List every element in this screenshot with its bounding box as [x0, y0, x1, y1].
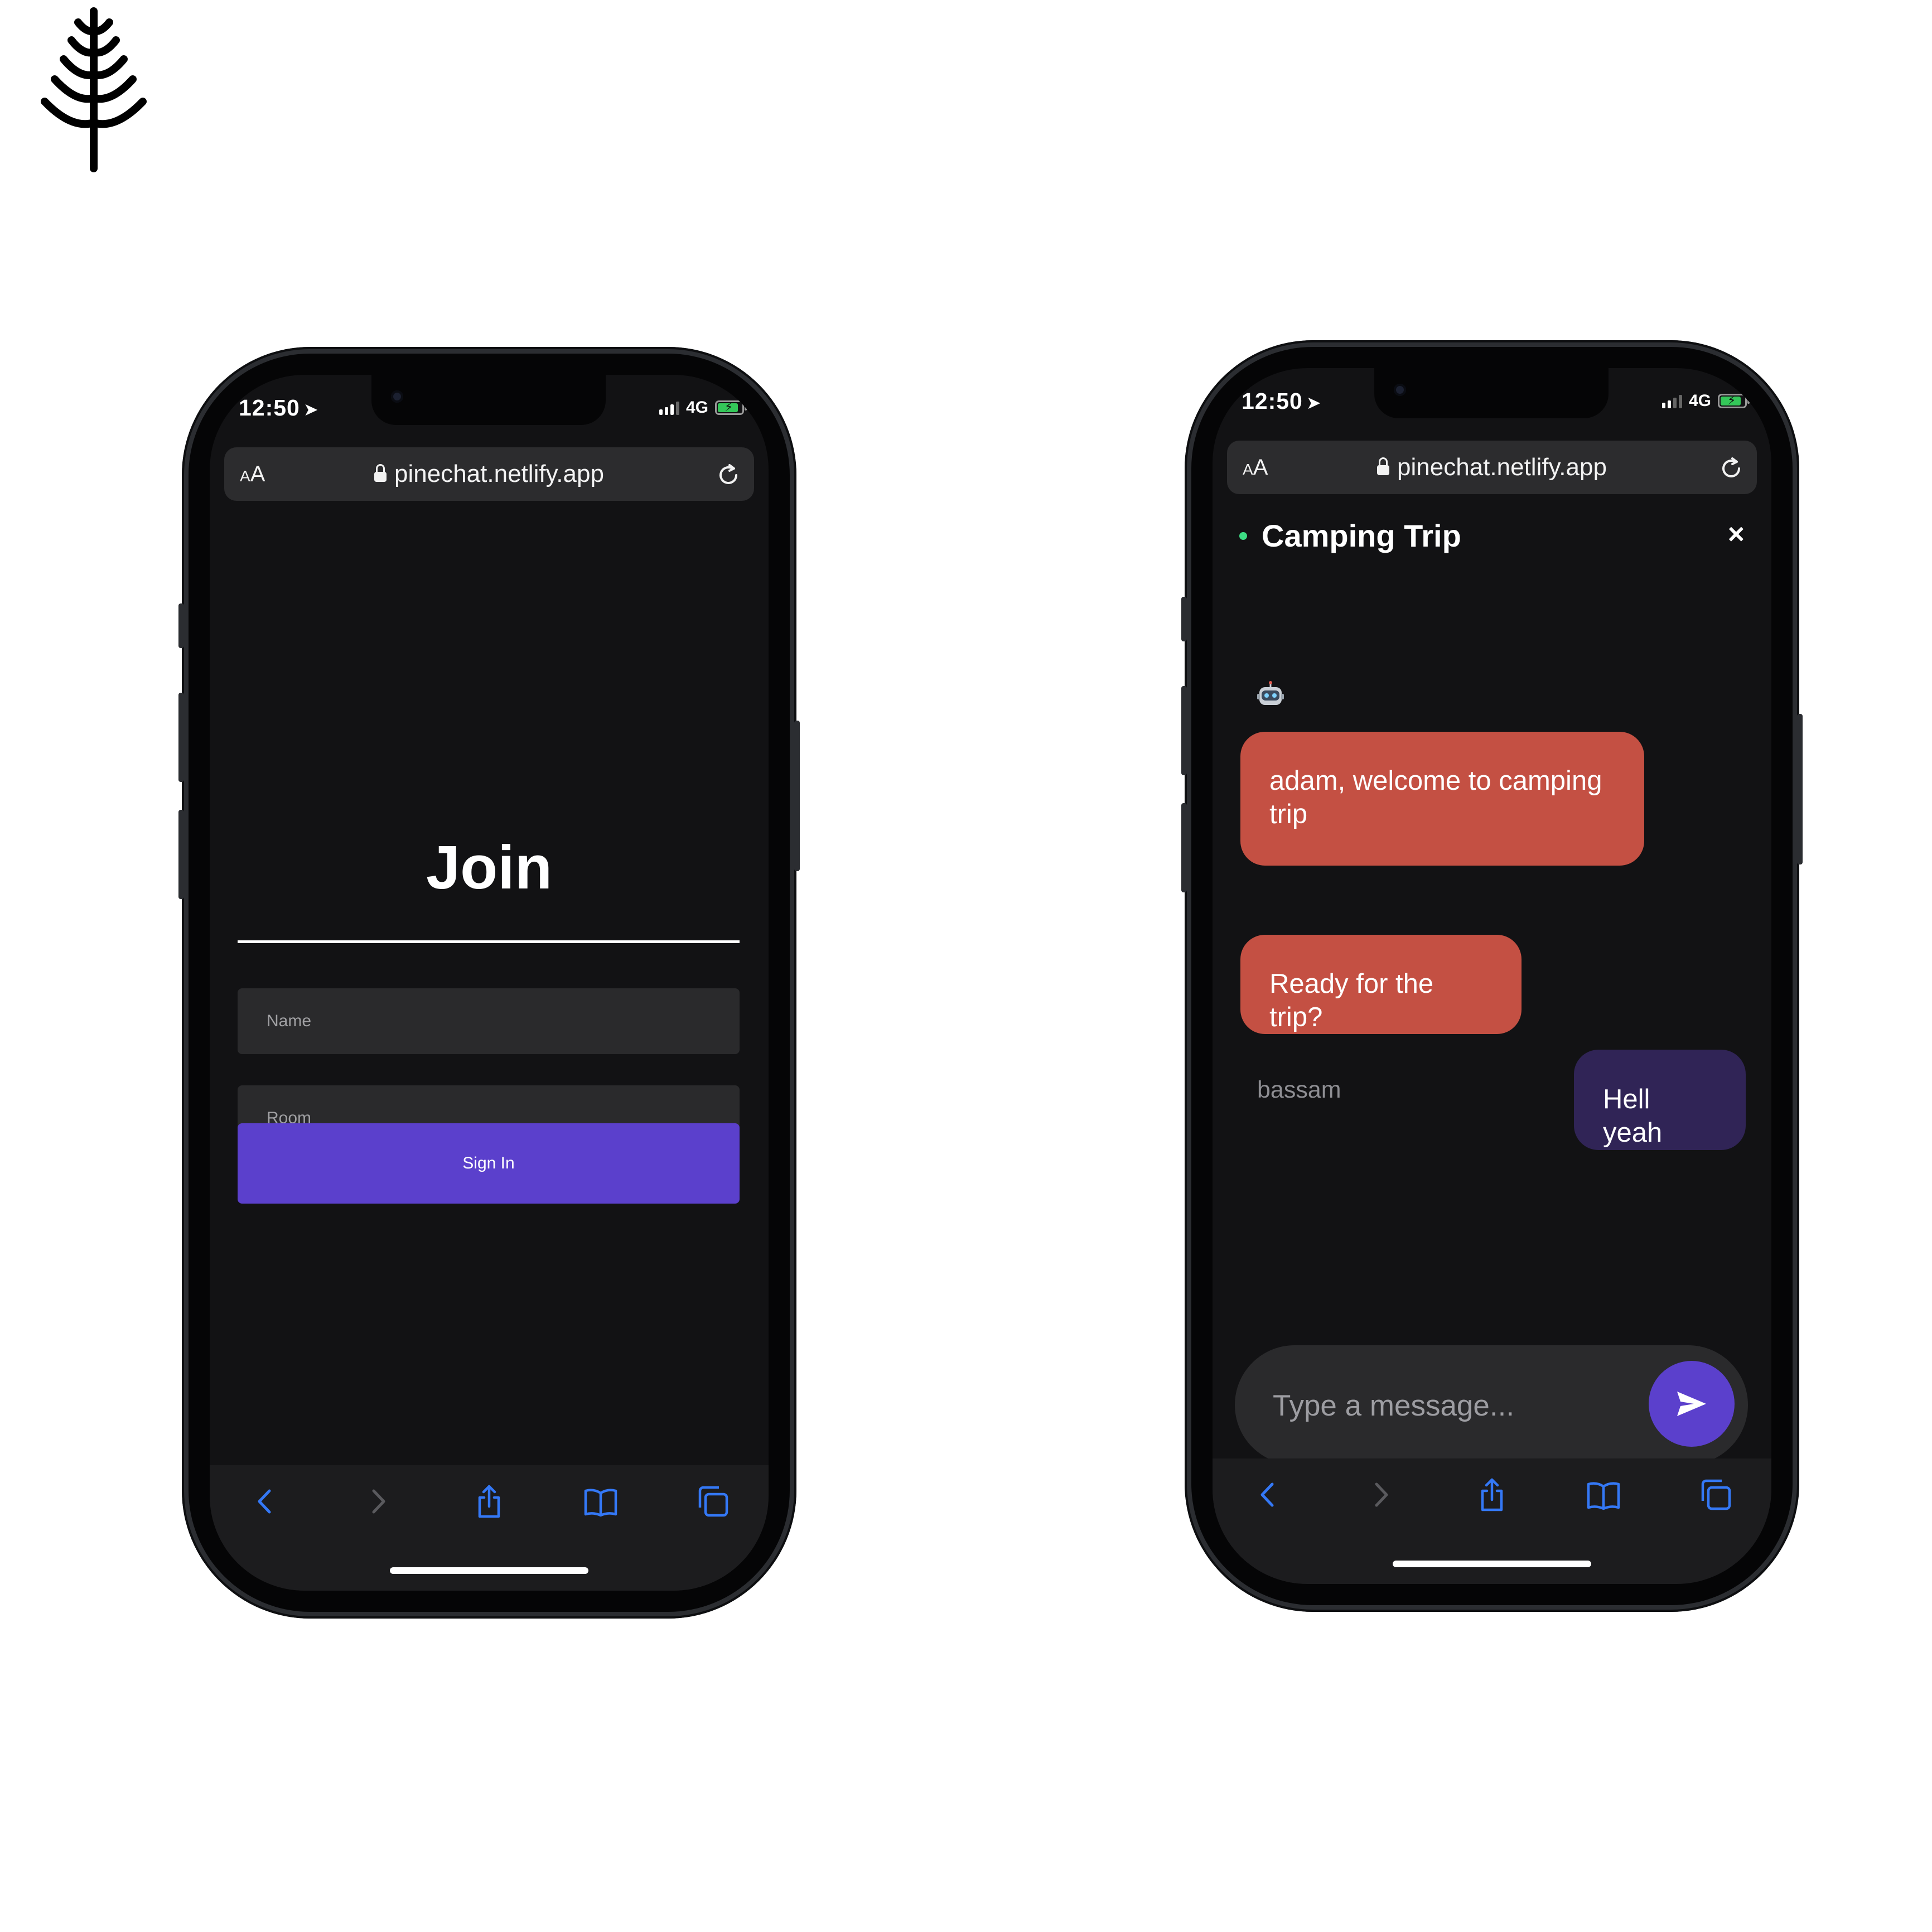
- signal-icon: [659, 400, 679, 415]
- tabs-icon[interactable]: [1696, 1475, 1735, 1514]
- reload-icon[interactable]: [715, 461, 742, 487]
- share-icon[interactable]: [1472, 1475, 1511, 1514]
- address-bar[interactable]: AA pinechat.netlify.app: [1227, 441, 1757, 494]
- location-arrow-icon: ➤: [303, 399, 319, 419]
- home-indicator: [1393, 1561, 1591, 1567]
- name-input[interactable]: [238, 988, 740, 1054]
- screen-join: 12:50 ➤ 4G ⚡ AA pinechat.netlify.app Join…: [210, 375, 769, 1591]
- chat-header: Camping Trip ×: [1213, 504, 1771, 560]
- send-button[interactable]: [1649, 1361, 1735, 1447]
- close-button[interactable]: ×: [1728, 518, 1745, 551]
- browser-toolbar: [1213, 1458, 1771, 1584]
- message-sender: bassam: [1257, 1076, 1341, 1103]
- lock-icon: [374, 464, 387, 482]
- browser-toolbar: [210, 1465, 769, 1591]
- address-bar[interactable]: AA pinechat.netlify.app: [224, 447, 754, 501]
- screen-chat: 12:50 ➤ 4G ⚡ AA pinechat.netlify.app Camp…: [1213, 368, 1771, 1584]
- reload-icon[interactable]: [1718, 454, 1745, 481]
- network-label: 4G: [1688, 392, 1711, 410]
- bookmarks-icon[interactable]: [1584, 1475, 1623, 1514]
- url-text[interactable]: pinechat.netlify.app: [1397, 453, 1607, 481]
- phone-chat: 12:50 ➤ 4G ⚡ AA pinechat.netlify.app Camp…: [1181, 340, 1803, 1612]
- message-composer: [1235, 1345, 1748, 1465]
- robot-icon: [1257, 681, 1284, 705]
- room-name: Camping Trip: [1262, 518, 1461, 553]
- battery-icon: ⚡: [715, 400, 747, 415]
- bookmarks-icon[interactable]: [581, 1482, 620, 1521]
- lock-icon: [1377, 457, 1390, 475]
- phone-join: 12:50 ➤ 4G ⚡ AA pinechat.netlify.app Join…: [178, 347, 800, 1619]
- url-text[interactable]: pinechat.netlify.app: [394, 460, 604, 488]
- network-label: 4G: [685, 398, 708, 417]
- status-time: 12:50 ➤: [239, 395, 319, 421]
- title-divider: [238, 940, 740, 943]
- message-bubble-outgoing: Hell yeah: [1574, 1050, 1746, 1150]
- status-bar: 12:50 ➤ 4G ⚡: [210, 375, 769, 442]
- location-arrow-icon: ➤: [1306, 393, 1322, 413]
- sign-in-button[interactable]: Sign In: [238, 1123, 740, 1204]
- signal-icon: [1661, 394, 1682, 408]
- message-text: Ready for the trip?: [1269, 969, 1434, 1032]
- send-icon: [1677, 1392, 1706, 1416]
- forward-icon[interactable]: [358, 1482, 397, 1521]
- message-bubble-incoming: Ready for the trip?: [1240, 935, 1522, 1034]
- online-indicator: [1239, 532, 1247, 540]
- home-indicator: [390, 1567, 588, 1574]
- forward-icon[interactable]: [1361, 1475, 1400, 1514]
- text-size-button[interactable]: AA: [240, 462, 265, 487]
- battery-icon: ⚡: [1718, 393, 1750, 408]
- back-icon[interactable]: [1249, 1475, 1288, 1514]
- back-icon[interactable]: [246, 1482, 285, 1521]
- share-icon[interactable]: [470, 1482, 509, 1521]
- pine-tree-icon: [41, 7, 147, 172]
- text-size-button[interactable]: AA: [1243, 455, 1268, 480]
- status-bar: 12:50 ➤ 4G ⚡: [1213, 368, 1771, 435]
- message-input[interactable]: [1272, 1379, 1631, 1432]
- join-title: Join: [426, 833, 553, 902]
- message-text: Hell yeah: [1603, 1084, 1663, 1148]
- tabs-icon[interactable]: [693, 1482, 732, 1521]
- message-bubble-incoming: adam, welcome to camping trip: [1240, 732, 1644, 866]
- message-text: adam, welcome to camping trip: [1269, 766, 1602, 829]
- status-time: 12:50 ➤: [1242, 388, 1322, 414]
